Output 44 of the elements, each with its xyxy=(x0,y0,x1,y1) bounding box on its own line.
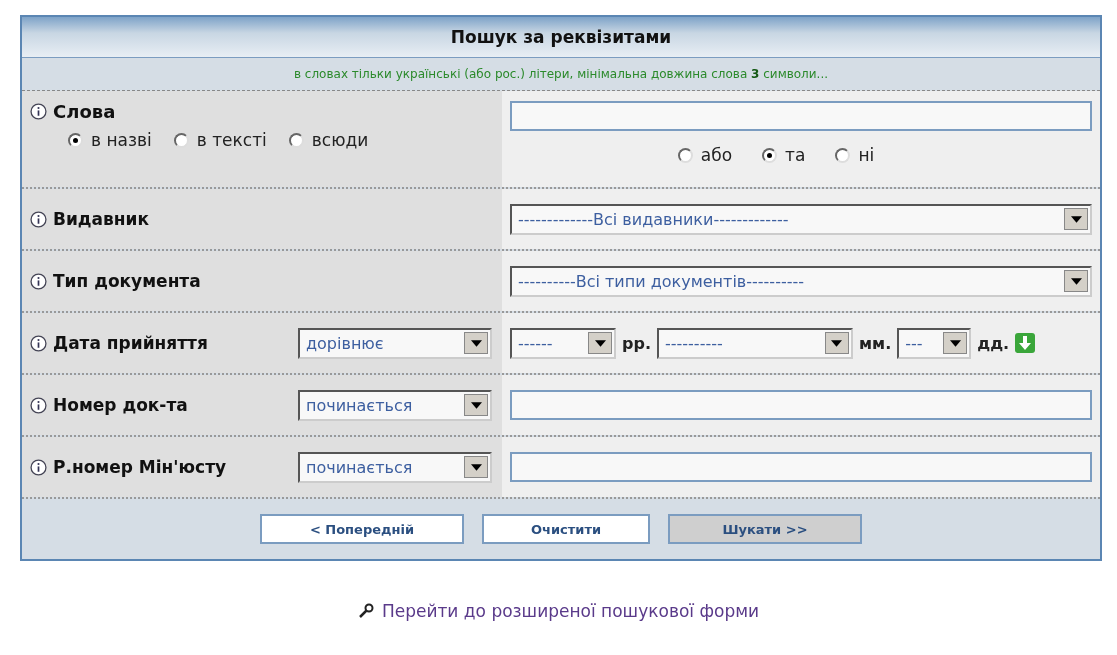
words-input-field[interactable] xyxy=(510,101,1092,131)
info-icon[interactable] xyxy=(30,334,47,352)
date-select[interactable]: --- xyxy=(897,327,972,359)
radio-label[interactable]: та xyxy=(785,145,806,165)
operator-select[interactable]: дорівнює xyxy=(298,327,492,359)
radio-button[interactable] xyxy=(288,132,304,148)
date-unit-label: дд. xyxy=(977,333,1010,353)
radio-label[interactable]: в назві xyxy=(91,130,152,150)
date-select[interactable]: ------ xyxy=(510,327,616,359)
field-label: Тип документа xyxy=(53,271,201,291)
field-label: Видавник xyxy=(53,209,150,229)
text-input-field[interactable] xyxy=(510,390,1092,420)
radio-label[interactable]: всюди xyxy=(311,130,369,150)
date-unit-label: рр. xyxy=(622,333,651,353)
radio-button[interactable] xyxy=(762,147,778,163)
operator-select[interactable]: починається xyxy=(298,451,492,483)
info-icon[interactable] xyxy=(30,458,47,476)
advanced-search-link[interactable]: Перейти до розширеної пошукової форми xyxy=(381,601,760,621)
operator-select[interactable]: починається xyxy=(298,389,492,421)
radio-button[interactable] xyxy=(677,147,693,163)
radio-button[interactable] xyxy=(68,132,83,148)
info-icon[interactable] xyxy=(30,210,47,228)
text-input-field[interactable] xyxy=(510,452,1092,482)
date-select[interactable]: ---------- xyxy=(657,327,853,359)
info-icon[interactable] xyxy=(30,396,47,414)
form-button[interactable]: Шукати >> xyxy=(668,514,862,544)
radio-label[interactable]: або xyxy=(700,145,733,165)
field-label: Дата прийняття xyxy=(53,333,208,353)
field-label: Р.номер Мін'юсту xyxy=(53,457,227,477)
form-button[interactable]: < Попередній xyxy=(260,514,464,544)
date-unit-label: мм. xyxy=(859,333,892,353)
info-icon[interactable] xyxy=(30,272,47,290)
field-label: Слова xyxy=(53,101,116,122)
field-label: Номер док-та xyxy=(53,395,188,415)
radio-button[interactable] xyxy=(173,132,189,148)
radio-label[interactable]: ні xyxy=(858,145,875,165)
dropdown-select[interactable]: -------------Всі видавники------------- xyxy=(510,203,1092,235)
dropdown-select[interactable]: ----------Всі типи документів---------- xyxy=(510,265,1092,297)
radio-label[interactable]: в тексті xyxy=(196,130,267,150)
panel-title: Пошук за реквізитами xyxy=(22,17,1100,58)
info-icon[interactable] xyxy=(30,103,47,120)
magnifier-icon xyxy=(357,603,374,619)
radio-button[interactable] xyxy=(835,147,851,163)
form-button[interactable]: Очистити xyxy=(482,514,650,544)
